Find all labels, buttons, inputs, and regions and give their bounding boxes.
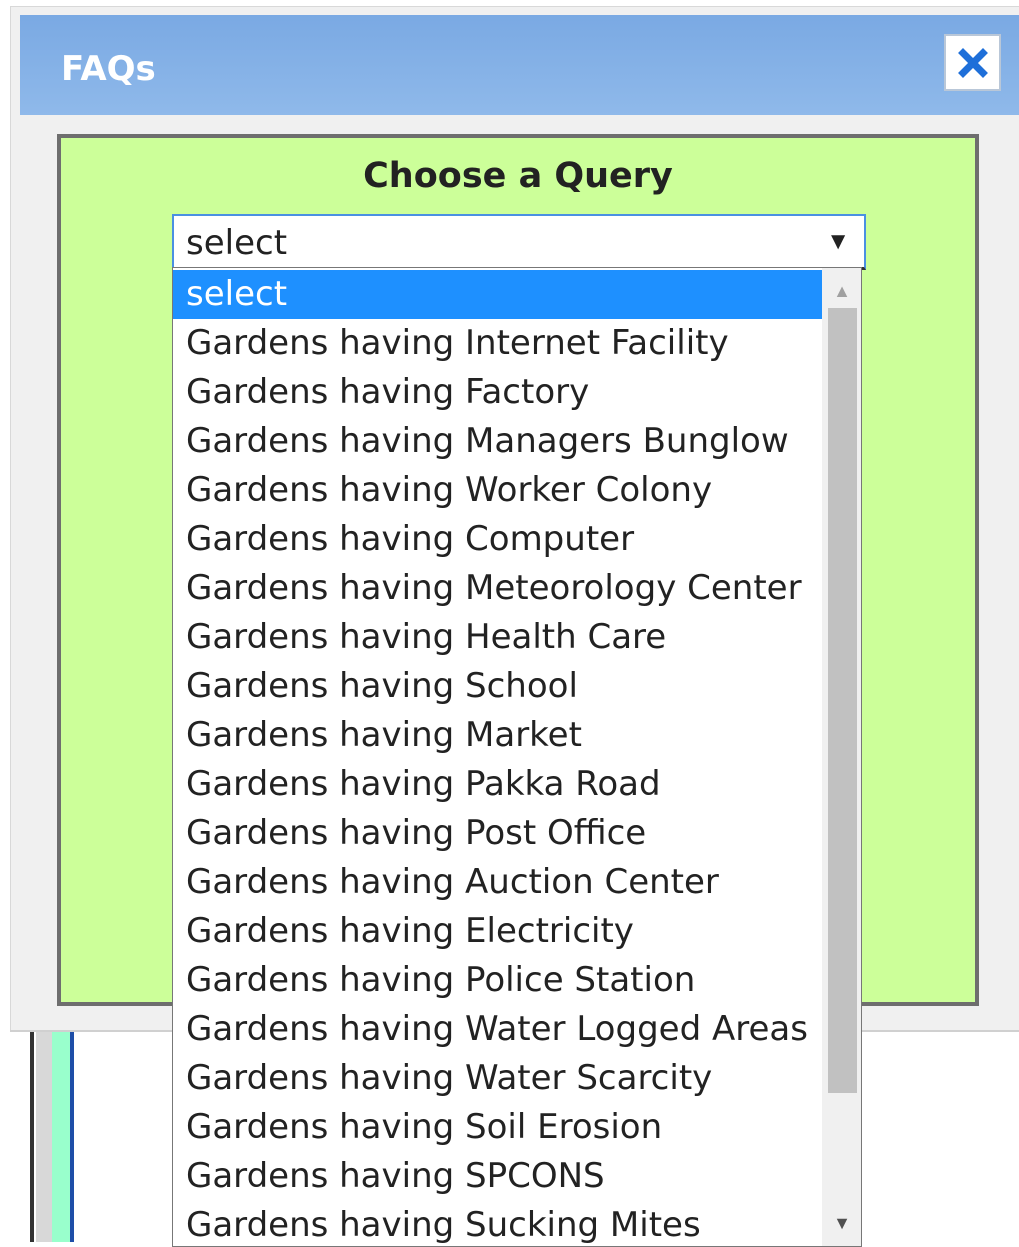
dropdown-scrollbar[interactable]: ▲ ▼ [822,268,861,1246]
chevron-down-icon: ▼ [826,228,850,255]
dropdown-option[interactable]: Gardens having Internet Facility [173,319,822,368]
dropdown-option[interactable]: Gardens having Water Scarcity [173,1054,822,1103]
dropdown-option[interactable]: Gardens having Water Logged Areas [173,1005,822,1054]
dropdown-option[interactable]: Gardens having Police Station [173,956,822,1005]
dropdown-option[interactable]: Gardens having School [173,662,822,711]
strip-divider [70,1032,74,1242]
dropdown-option[interactable]: Gardens having Managers Bunglow [173,417,822,466]
query-select-value: select [186,223,288,263]
dropdown-option[interactable]: select [173,270,822,319]
scrollbar-thumb[interactable] [828,308,857,1093]
scroll-up-arrow-icon[interactable]: ▲ [822,276,861,306]
query-dropdown-list[interactable]: Gardens having Sucking Mites Gardens havi… [172,267,862,1247]
dropdown-option[interactable]: Gardens having Worker Colony [173,466,822,515]
scroll-down-arrow-icon[interactable]: ▼ [822,1208,861,1238]
dropdown-option[interactable]: Gardens having Market [173,711,822,760]
query-select[interactable]: select ▼ [172,214,866,270]
close-button[interactable] [944,34,1001,91]
dropdown-option[interactable]: Gardens having Meteorology Center [173,564,822,613]
dialog-title: FAQs [61,49,156,89]
dropdown-option[interactable]: Gardens having Computer [173,515,822,564]
dropdown-option[interactable]: Gardens having Auction Center [173,858,822,907]
dropdown-option[interactable]: Gardens having Soil Erosion [173,1103,822,1152]
strip-divider [36,1032,52,1242]
dropdown-option[interactable]: Gardens having Health Care [173,613,822,662]
dropdown-option[interactable]: Gardens having Post Office [173,809,822,858]
dropdown-option[interactable]: Gardens having Sucking Mites [173,1201,822,1246]
strip-divider [52,1032,70,1242]
dropdown-option[interactable]: Gardens having SPCONS [173,1152,822,1201]
dropdown-option[interactable]: Gardens having Pakka Road [173,760,822,809]
panel-heading: Choose a Query [363,156,673,196]
strip-divider [30,1032,34,1242]
dropdown-option[interactable]: Gardens having Factory [173,368,822,417]
dropdown-option[interactable]: Gardens having Electricity [173,907,822,956]
close-x-icon [957,47,988,78]
dialog-titlebar: FAQs [20,15,1019,115]
